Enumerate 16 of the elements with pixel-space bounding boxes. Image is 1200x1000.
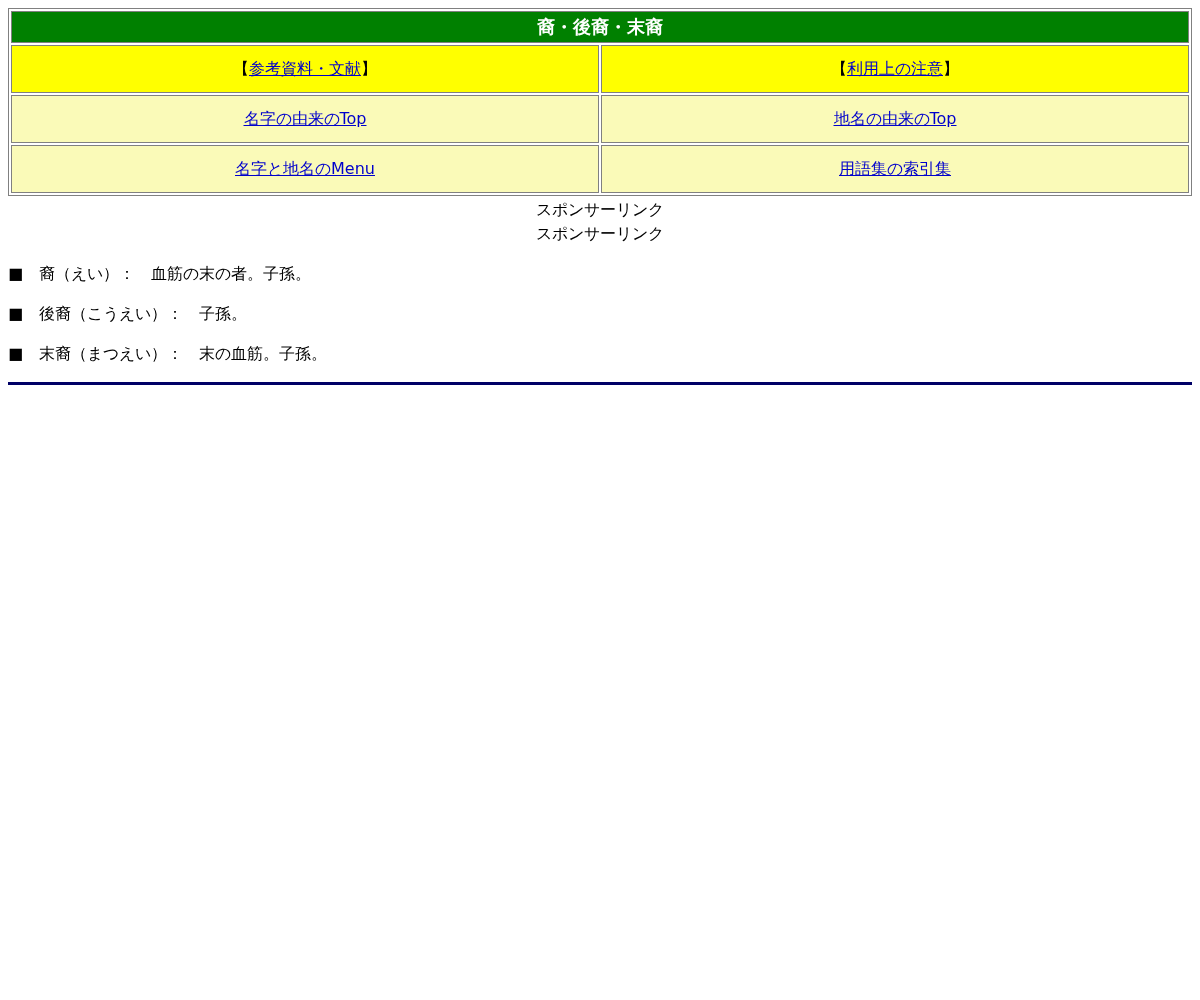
bracket: 】 [361,58,377,78]
nav-link[interactable]: 名字と地名のMenu [235,158,375,178]
sponsor-label: スポンサーリンク [536,224,664,243]
definition-entry: ■ 裔（えい）： 血筋の末の者。子孫。 [8,263,313,285]
page-title: 裔・後裔・末裔 [11,11,1189,43]
definition-entry: ■ 後裔（こうえい）： 子孫。 [8,303,249,325]
nav-link[interactable]: 参考資料・文献 [249,58,361,78]
sponsor-label: スポンサーリンク [536,200,664,219]
nav-link[interactable]: 利用上の注意 [847,58,943,78]
bracket: 【 [233,58,249,78]
nav-link[interactable]: 名字の由来のTop [243,108,367,128]
bracket: 】 [943,58,959,78]
nav-link[interactable]: 地名の由来のTop [833,108,957,128]
bracket: 【 [831,58,847,78]
nav-link[interactable]: 用語集の索引集 [839,158,951,178]
definition-entry: ■ 末裔（まつえい）： 末の血筋。子孫。 [8,343,329,365]
